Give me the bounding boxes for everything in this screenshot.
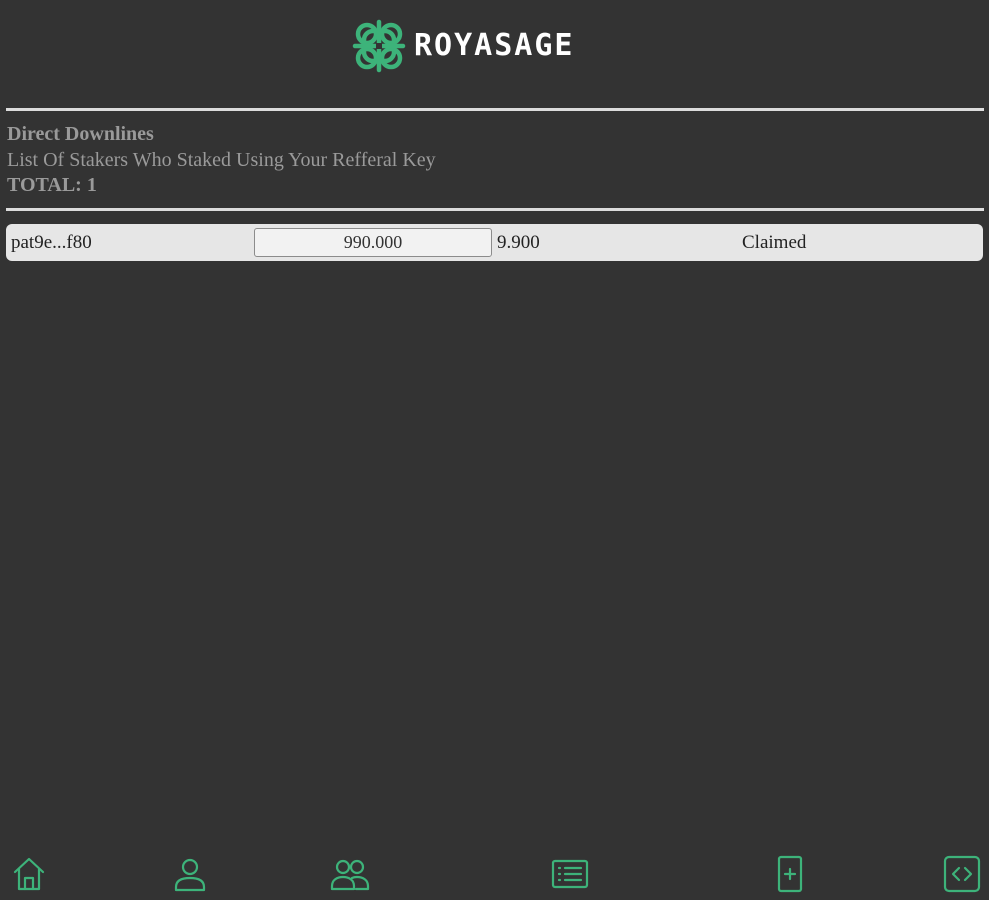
home-icon bbox=[13, 857, 45, 891]
nav-downlines-button[interactable] bbox=[328, 854, 372, 898]
downline-status: Claimed bbox=[742, 232, 807, 253]
brand-logo[interactable]: ROYASAGE bbox=[352, 18, 575, 74]
celtic-knot-icon bbox=[352, 19, 406, 73]
bottom-nav bbox=[0, 850, 989, 900]
list-divider bbox=[6, 208, 984, 211]
section-subtitle: List Of Stakers Who Staked Using Your Re… bbox=[7, 149, 436, 171]
downline-amount-field: 990.000 bbox=[254, 228, 492, 257]
code-icon bbox=[943, 855, 981, 893]
nav-home-button[interactable] bbox=[7, 854, 51, 898]
add-document-icon bbox=[777, 855, 803, 893]
downlines-total: TOTAL: 1 bbox=[7, 174, 97, 196]
list-icon bbox=[551, 859, 589, 889]
downlines-info: Direct Downlines List Of Stakers Who Sta… bbox=[7, 122, 436, 197]
nav-stakes-list-button[interactable] bbox=[548, 854, 592, 898]
nav-profile-button[interactable] bbox=[168, 854, 212, 898]
downline-address: pat9e...f80 bbox=[11, 232, 92, 253]
users-icon bbox=[330, 859, 370, 891]
nav-new-stake-button[interactable] bbox=[768, 854, 812, 898]
downline-row: pat9e...f80 990.000 9.900 Claimed bbox=[6, 224, 983, 261]
user-icon bbox=[174, 858, 206, 892]
section-title: Direct Downlines bbox=[7, 123, 154, 145]
header-divider bbox=[6, 108, 984, 111]
brand-name: ROYASAGE bbox=[414, 28, 575, 63]
app-header: ROYASAGE bbox=[0, 0, 989, 96]
downline-reward: 9.900 bbox=[497, 232, 540, 253]
nav-developer-button[interactable] bbox=[940, 854, 984, 898]
